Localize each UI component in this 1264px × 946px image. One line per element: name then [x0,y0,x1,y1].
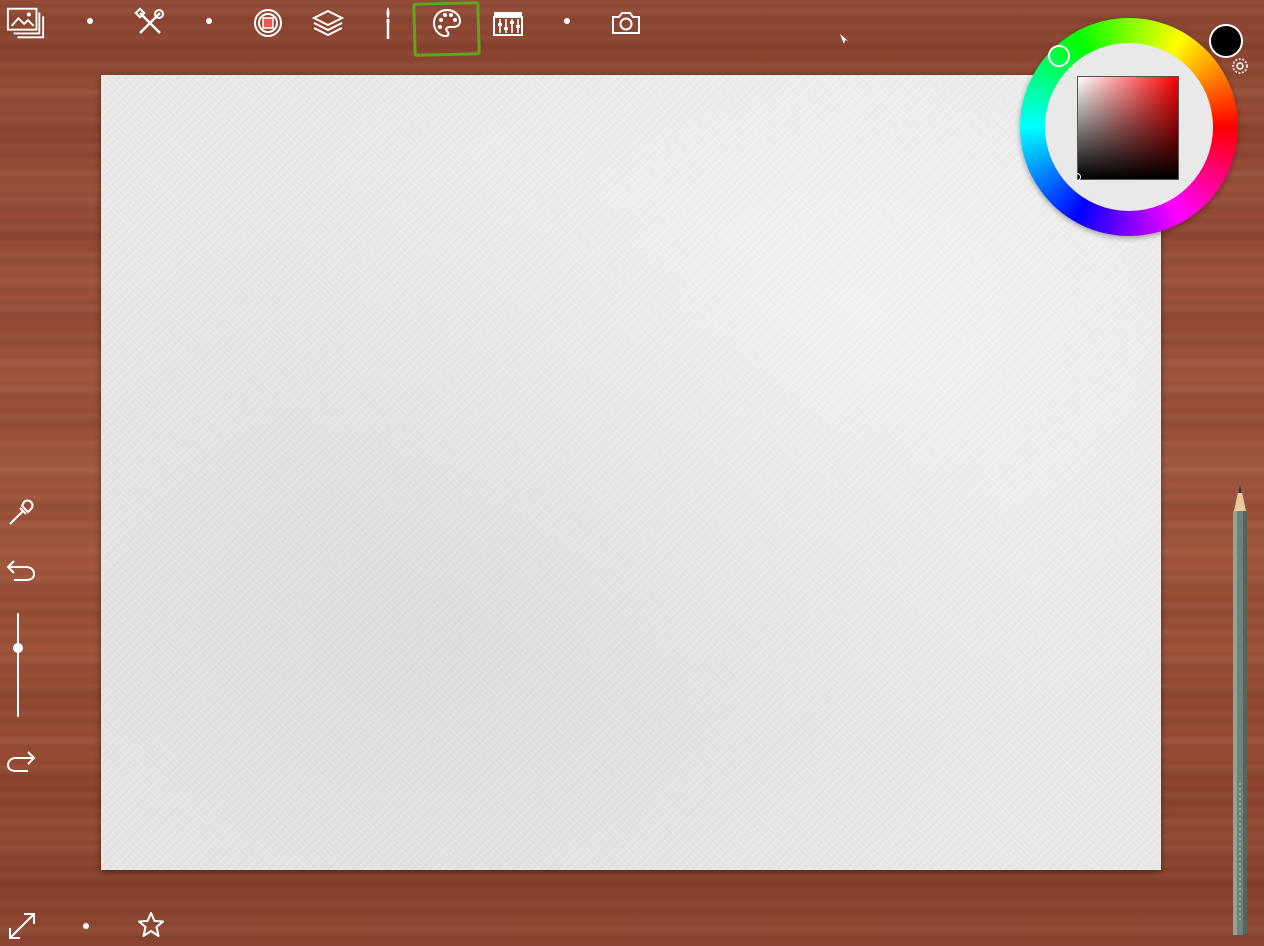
toolbar-separator-dot [564,18,570,24]
active-tool-highlight [412,1,481,57]
color-settings-icon[interactable] [1231,57,1249,75]
saturation-handle[interactable] [1073,173,1081,181]
bottom-separator-dot [83,923,89,929]
tools-button[interactable] [130,4,170,42]
fullscreen-icon[interactable] [6,910,38,942]
undo-icon[interactable] [4,555,38,583]
selection-button[interactable] [248,4,288,42]
layers-button[interactable] [308,4,348,42]
pencil-tool-icon[interactable] [1228,483,1252,938]
brush-icon [386,7,390,39]
favorite-icon[interactable] [136,910,166,940]
hue-handle[interactable] [1048,45,1070,67]
toolbar-separator-dot [87,18,93,24]
redo-icon[interactable] [4,746,38,774]
current-color-swatch[interactable] [1209,24,1243,58]
adjustments-button[interactable] [488,4,528,42]
toolbar-separator-dot [206,18,212,24]
eyedropper-icon[interactable] [6,498,36,528]
layers-icon [312,9,344,37]
cursor-indicator-icon [840,34,848,44]
selection-icon [254,9,282,37]
brush-size-slider-thumb[interactable] [13,643,23,653]
gallery-icon [6,7,45,39]
camera-button[interactable] [606,4,646,42]
drawing-canvas[interactable] [101,75,1161,870]
brush-size-slider[interactable] [17,613,19,717]
gallery-button[interactable] [6,4,46,42]
saturation-brightness-square[interactable] [1077,76,1179,180]
camera-icon [612,12,640,34]
adjustments-icon [493,12,523,36]
tools-icon [134,7,164,34]
brush-button[interactable] [368,4,408,42]
